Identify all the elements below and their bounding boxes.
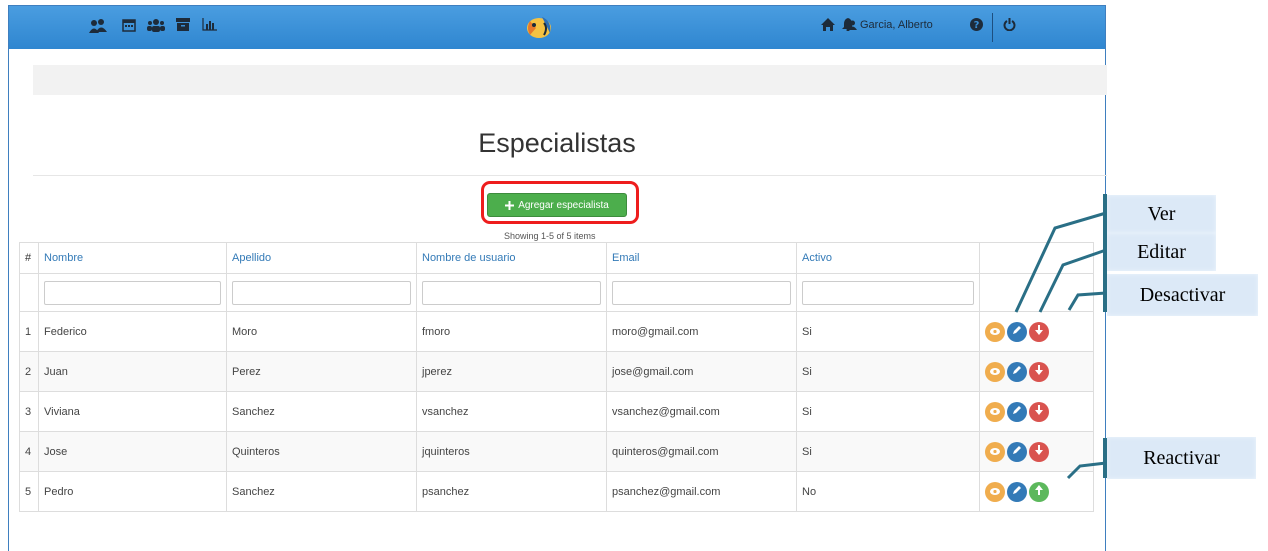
leader-line-reactivar <box>1066 461 1107 480</box>
leader-line-desactivar <box>1067 291 1107 311</box>
leader-line-ver <box>1014 211 1107 313</box>
callout-reactivar: Reactivar <box>1107 437 1256 479</box>
callout-desactivar: Desactivar <box>1107 274 1258 316</box>
callout-editar: Editar <box>1107 233 1216 271</box>
callout-leaders <box>1014 211 1107 480</box>
callout-ver: Ver <box>1107 195 1216 233</box>
